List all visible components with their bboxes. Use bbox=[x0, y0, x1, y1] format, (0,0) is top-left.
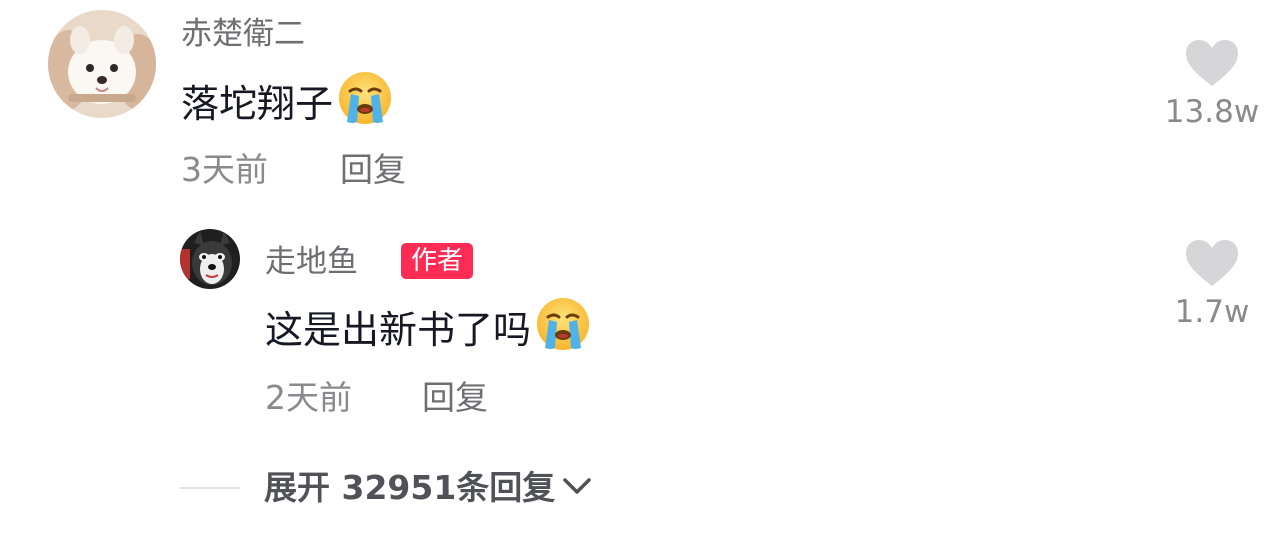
puppy-avatar-icon bbox=[48, 10, 156, 118]
reply-time: 2天前 bbox=[265, 378, 352, 417]
divider bbox=[180, 487, 240, 489]
reply-text: 这是出新书了吗 bbox=[265, 308, 532, 352]
reply-username[interactable]: 走地鱼 bbox=[265, 242, 358, 282]
like-count: 1.7w bbox=[1174, 294, 1250, 330]
heart-icon bbox=[1186, 240, 1238, 286]
comment-text: 落坨翔子 bbox=[181, 82, 334, 126]
expand-replies-label: 展开 32951条回复 bbox=[264, 468, 556, 507]
crying-face-icon bbox=[535, 296, 591, 364]
comment-time: 3天前 bbox=[181, 150, 268, 189]
like-button[interactable]: 1.7w bbox=[1147, 238, 1277, 332]
chevron-down-icon bbox=[561, 476, 593, 500]
reply-button[interactable]: 回复 bbox=[422, 378, 488, 418]
husky-avatar-icon bbox=[180, 229, 240, 289]
heart-icon bbox=[1186, 40, 1238, 86]
comment-username[interactable]: 赤楚衛二 bbox=[181, 14, 305, 54]
avatar[interactable] bbox=[180, 229, 240, 289]
avatar[interactable] bbox=[48, 10, 156, 118]
expand-replies-button[interactable]: 展开 32951条回复 bbox=[180, 466, 593, 510]
like-count: 13.8w bbox=[1164, 94, 1260, 130]
reply-button[interactable]: 回复 bbox=[340, 150, 406, 190]
reply-text-row: 这是出新书了吗 bbox=[265, 296, 591, 364]
like-button[interactable]: 13.8w bbox=[1147, 38, 1277, 132]
author-badge: 作者 bbox=[401, 243, 474, 279]
comment-text-row: 落坨翔子 bbox=[181, 70, 393, 138]
crying-face-icon bbox=[337, 70, 393, 138]
